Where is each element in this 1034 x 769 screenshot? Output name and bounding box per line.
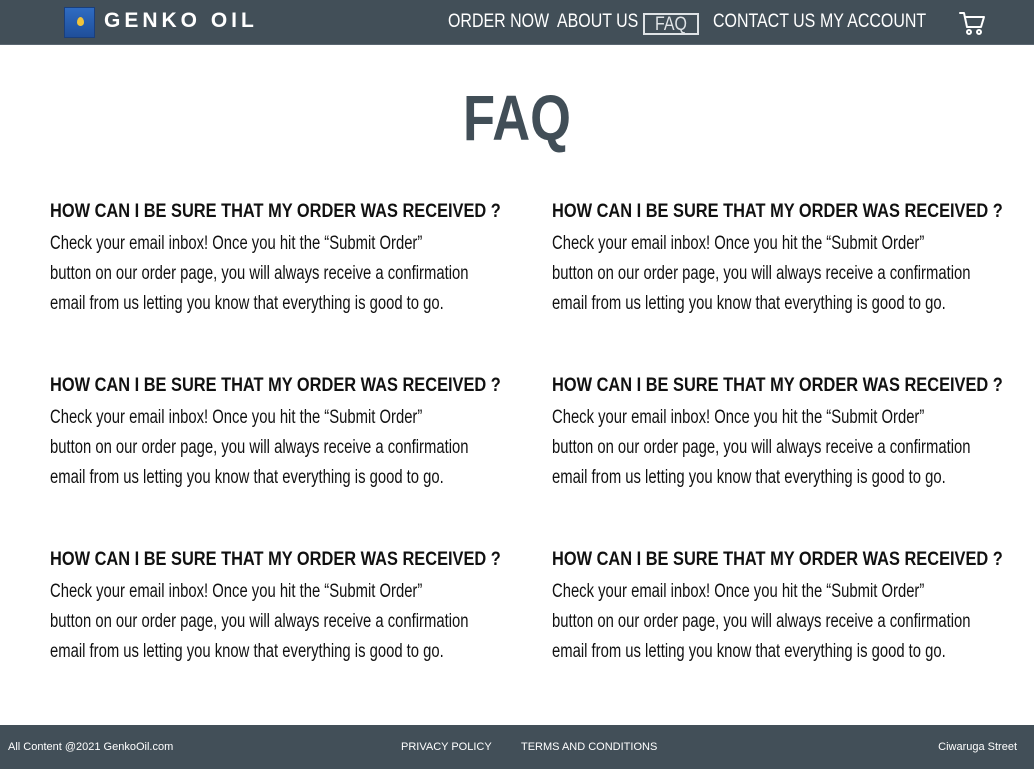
faq-item: HOW CAN I BE SURE THAT MY ORDER WAS RECE…: [50, 374, 501, 493]
faq-item: HOW CAN I BE SURE THAT MY ORDER WAS RECE…: [50, 200, 501, 319]
nav-order-now[interactable]: ORDER NOW: [448, 11, 549, 33]
faq-answer: Check your email inbox! Once you hit the…: [50, 577, 500, 667]
footer-copyright: All Content @2021 GenkoOil.com: [8, 741, 174, 753]
footer-terms-link[interactable]: TERMS AND CONDITIONS: [521, 741, 657, 753]
brand-name[interactable]: GENKO OIL: [104, 9, 258, 33]
faq-answer-line: button on our order page, you will alway…: [552, 437, 971, 458]
nav-faq-label: FAQ: [655, 14, 687, 35]
oil-drop-icon[interactable]: [64, 7, 95, 38]
faq-answer-line: email from us letting you know that ever…: [50, 293, 444, 314]
faq-answer-line: Check your email inbox! Once you hit the…: [50, 233, 423, 254]
faq-item: HOW CAN I BE SURE THAT MY ORDER WAS RECE…: [552, 548, 1003, 667]
shopping-cart-icon[interactable]: [957, 9, 987, 37]
faq-answer-line: Check your email inbox! Once you hit the…: [50, 407, 423, 428]
nav-contact-us[interactable]: CONTACT US: [713, 11, 815, 33]
nav-my-account[interactable]: MY ACCOUNT: [820, 11, 926, 33]
footer-privacy-link[interactable]: PRIVACY POLICY: [401, 741, 492, 753]
faq-answer-line: Check your email inbox! Once you hit the…: [50, 581, 423, 602]
faq-answer-line: Check your email inbox! Once you hit the…: [552, 407, 925, 428]
faq-answer-line: button on our order page, you will alway…: [552, 263, 971, 284]
faq-answer-line: email from us letting you know that ever…: [50, 641, 444, 662]
faq-question: HOW CAN I BE SURE THAT MY ORDER WAS RECE…: [50, 548, 501, 570]
faq-answer: Check your email inbox! Once you hit the…: [552, 577, 1002, 667]
faq-question: HOW CAN I BE SURE THAT MY ORDER WAS RECE…: [50, 374, 501, 396]
faq-answer: Check your email inbox! Once you hit the…: [552, 229, 1002, 319]
page-title: FAQ: [463, 82, 571, 154]
nav-faq[interactable]: FAQ: [643, 13, 699, 35]
faq-question: HOW CAN I BE SURE THAT MY ORDER WAS RECE…: [552, 548, 1003, 570]
faq-question: HOW CAN I BE SURE THAT MY ORDER WAS RECE…: [552, 200, 1003, 222]
faq-answer-line: email from us letting you know that ever…: [552, 293, 946, 314]
faq-answer-line: email from us letting you know that ever…: [50, 467, 444, 488]
faq-answer-line: email from us letting you know that ever…: [552, 467, 946, 488]
nav-about-us[interactable]: ABOUT US: [557, 11, 638, 33]
faq-answer: Check your email inbox! Once you hit the…: [552, 403, 1002, 493]
top-navbar: GENKO OIL ORDER NOW ABOUT US FAQ CONTACT…: [0, 0, 1034, 45]
faq-item: HOW CAN I BE SURE THAT MY ORDER WAS RECE…: [552, 374, 1003, 493]
footer: All Content @2021 GenkoOil.com PRIVACY P…: [0, 725, 1034, 769]
faq-item: HOW CAN I BE SURE THAT MY ORDER WAS RECE…: [50, 548, 501, 667]
faq-question: HOW CAN I BE SURE THAT MY ORDER WAS RECE…: [50, 200, 501, 222]
oil-drop-shape: [77, 17, 84, 26]
faq-answer-line: Check your email inbox! Once you hit the…: [552, 233, 925, 254]
faq-question: HOW CAN I BE SURE THAT MY ORDER WAS RECE…: [552, 374, 1003, 396]
faq-answer-line: button on our order page, you will alway…: [552, 611, 971, 632]
faq-answer-line: email from us letting you know that ever…: [552, 641, 946, 662]
faq-answer-line: button on our order page, you will alway…: [50, 437, 469, 458]
faq-answer-line: Check your email inbox! Once you hit the…: [552, 581, 925, 602]
faq-answer-line: button on our order page, you will alway…: [50, 611, 469, 632]
faq-answer-line: button on our order page, you will alway…: [50, 263, 469, 284]
faq-answer: Check your email inbox! Once you hit the…: [50, 229, 500, 319]
footer-address: Ciwaruga Street: [938, 741, 1017, 753]
faq-answer: Check your email inbox! Once you hit the…: [50, 403, 500, 493]
faq-item: HOW CAN I BE SURE THAT MY ORDER WAS RECE…: [552, 200, 1003, 319]
